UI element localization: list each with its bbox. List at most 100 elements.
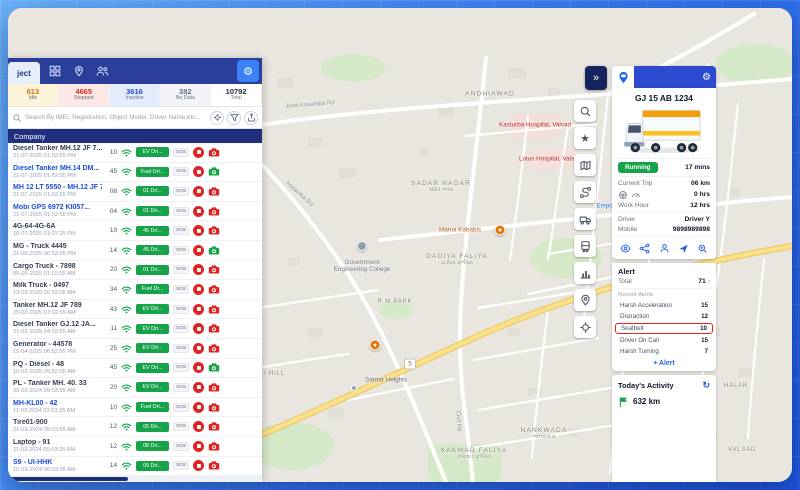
driver-badge[interactable]: 05 Dri... <box>136 422 169 432</box>
map-route-button[interactable] <box>574 181 596 203</box>
vehicle-row[interactable]: 4G-64-4G-6A16-07-2025 01:07:25 PM1045 Dr… <box>8 221 262 241</box>
locate-filter-button[interactable] <box>210 111 224 125</box>
driver-badge[interactable]: 01 Dri... <box>136 186 169 196</box>
search-input[interactable] <box>25 114 207 121</box>
driver-badge[interactable]: 45 Dri... <box>136 245 169 255</box>
driver-badge[interactable]: Fuel Dri... <box>136 402 169 412</box>
map-search-button[interactable] <box>574 100 596 122</box>
vehicle-id: MH 12 LT 5550 - MH.12 JF 7...21-07-2025 … <box>13 184 102 199</box>
food-marker[interactable] <box>495 225 506 236</box>
summary-stopped[interactable]: 4665Stopped <box>59 84 110 106</box>
camera-icon[interactable] <box>208 344 220 353</box>
driver-badge[interactable]: EV Dri... <box>136 382 169 392</box>
tab-object[interactable]: ject <box>8 62 40 84</box>
horizontal-scrollbar-thumb[interactable] <box>10 477 128 481</box>
map-places-button[interactable] <box>574 289 596 311</box>
summary-total[interactable]: 10792Total <box>211 84 262 106</box>
driver-badge[interactable]: Fuel Dri... <box>136 167 169 177</box>
filter-button[interactable] <box>227 111 241 125</box>
camera-icon[interactable] <box>208 265 220 274</box>
vehicle-row[interactable]: Mobi GPS 6972 KI057...21-07-2025 01:02:5… <box>8 202 262 222</box>
sidebar-settings-button[interactable]: ⚙ <box>237 60 259 82</box>
map-transit-button[interactable] <box>574 235 596 257</box>
list-header-company[interactable]: Company <box>8 129 262 143</box>
navigate-button[interactable] <box>678 243 689 254</box>
driver-badge[interactable]: EV Dri... <box>136 324 169 334</box>
share-button[interactable] <box>244 111 258 125</box>
sos-badge: SOS <box>173 207 189 216</box>
vehicle-tab[interactable] <box>612 66 634 88</box>
camera-icon[interactable] <box>208 442 220 451</box>
zoom-to-vehicle-button[interactable] <box>697 243 708 254</box>
driver-badge[interactable]: 09 Dri... <box>136 461 169 471</box>
map-truck-button[interactable] <box>574 208 596 230</box>
driver-badge[interactable]: EV Dri... <box>136 147 169 157</box>
vehicle-row[interactable]: Diesel Tanker MH.14 DM...21-07-2025 01:0… <box>8 163 262 183</box>
camera-icon[interactable] <box>208 461 220 470</box>
grid-module-button[interactable] <box>46 62 64 80</box>
alert-row-seatbelt[interactable]: Seatbelt10 <box>615 323 713 334</box>
vehicle-row[interactable]: Milk Truck - 049713-03-2025 05:52:05 AM3… <box>8 280 262 300</box>
camera-icon[interactable] <box>208 324 220 333</box>
alert-row-harsh-turning[interactable]: Harsh Turning7 <box>618 346 710 357</box>
vehicle-row[interactable]: Cargo Truck - 789805-05-2025 01:02:55 AM… <box>8 261 262 281</box>
camera-icon[interactable] <box>208 226 220 235</box>
camera-icon[interactable] <box>208 422 220 431</box>
food-marker[interactable] <box>370 340 381 351</box>
vehicle-row[interactable]: Diesel Tanker GJ.12 JA...21-02-2025 04:0… <box>8 319 262 339</box>
refresh-icon[interactable]: ↻ <box>702 380 710 391</box>
driver-badge[interactable]: EV Dri... <box>136 304 169 314</box>
camera-icon[interactable] <box>208 305 220 314</box>
vehicle-row[interactable]: Tanker MH.12 JF 78925-02-2025 07:02:55 A… <box>8 300 262 320</box>
share-button[interactable] <box>639 243 650 254</box>
summary-idle[interactable]: 613Idle <box>8 84 59 106</box>
alert-row-harsh-acceleration[interactable]: Harsh Acceleration15 <box>618 300 710 311</box>
vehicle-row[interactable]: PQ - Diesel - 4810-03-2025 05:52:05 AM45… <box>8 359 262 379</box>
vehicle-row[interactable]: MH-KL00 - 4211-03-2024 03:03:25 AM10Fuel… <box>8 398 262 418</box>
summary-no-data[interactable]: 382No Data <box>160 84 211 106</box>
college-marker[interactable] <box>357 241 367 251</box>
vehicle-row[interactable]: Diesel Tanker MH.12 JF 7...21-07-2025 01… <box>8 143 262 163</box>
camera-icon[interactable] <box>208 148 220 157</box>
add-alert-button[interactable]: + Alert <box>618 360 710 367</box>
map-layers-button[interactable] <box>574 154 596 176</box>
vehicle-row[interactable]: MH 12 LT 5550 - MH.12 JF 7...21-07-2025 … <box>8 182 262 202</box>
vehicle-row[interactable]: MG - Truck 444521-05-2025 06:52:05 PM144… <box>8 241 262 261</box>
dot-marker[interactable] <box>351 385 357 391</box>
stopped-status-icon <box>193 245 204 256</box>
horizontal-scrollbar-track[interactable] <box>8 476 262 482</box>
vehicle-row[interactable]: Tire01-90021-03-2024 05:03:55 AM1205 Dri… <box>8 417 262 437</box>
vehicle-row[interactable]: PL - Tanker MH. 40. 3330-03-2024 09:03:5… <box>8 378 262 398</box>
vehicle-row[interactable]: Generator - 4457815-04-2025 06:52:55 PM2… <box>8 339 262 359</box>
vehicle-row[interactable]: S9 - UI-HHK10-03-2024 06:03:35 AM1409 Dr… <box>8 457 262 477</box>
summary-inactive[interactable]: 3616Inactive <box>110 84 161 106</box>
driver-badge[interactable]: 45 Dri... <box>136 226 169 236</box>
driver-badge[interactable]: Fuel Dr... <box>136 284 169 294</box>
camera-icon[interactable] <box>208 383 220 392</box>
driver-button[interactable] <box>659 243 670 254</box>
gear-icon[interactable]: ⚙ <box>702 72 711 83</box>
pin-module-button[interactable] <box>70 62 88 80</box>
alert-row-distraction[interactable]: Distraction12 <box>618 311 710 322</box>
vehicle-row[interactable]: Laptop - 9111-03-2024 05:03:25 AM1208 Dr… <box>8 437 262 457</box>
driver-badge[interactable]: EV Dri... <box>136 343 169 353</box>
camera-icon[interactable] <box>208 363 220 372</box>
camera-icon[interactable] <box>208 403 220 412</box>
camera-icon[interactable] <box>208 187 220 196</box>
map-locate-button[interactable] <box>574 316 596 338</box>
view-button[interactable] <box>620 243 631 254</box>
camera-icon[interactable] <box>208 207 220 216</box>
camera-icon[interactable] <box>208 167 220 176</box>
collapse-panel-button[interactable]: » <box>585 66 607 90</box>
users-module-button[interactable] <box>94 62 112 80</box>
alert-total-row[interactable]: Total 71› <box>618 278 710 285</box>
alert-row-driver-on-call[interactable]: Driver On Call15 <box>618 335 710 346</box>
driver-badge[interactable]: 01 Dri... <box>136 265 169 275</box>
map-favorites-button[interactable]: ★ <box>574 127 596 149</box>
driver-badge[interactable]: EV Dri... <box>136 363 169 373</box>
driver-badge[interactable]: 08 Dri... <box>136 441 169 451</box>
driver-badge[interactable]: 01 Dri... <box>136 206 169 216</box>
camera-icon[interactable] <box>208 246 220 255</box>
camera-icon[interactable] <box>208 285 220 294</box>
map-chart-button[interactable] <box>574 262 596 284</box>
